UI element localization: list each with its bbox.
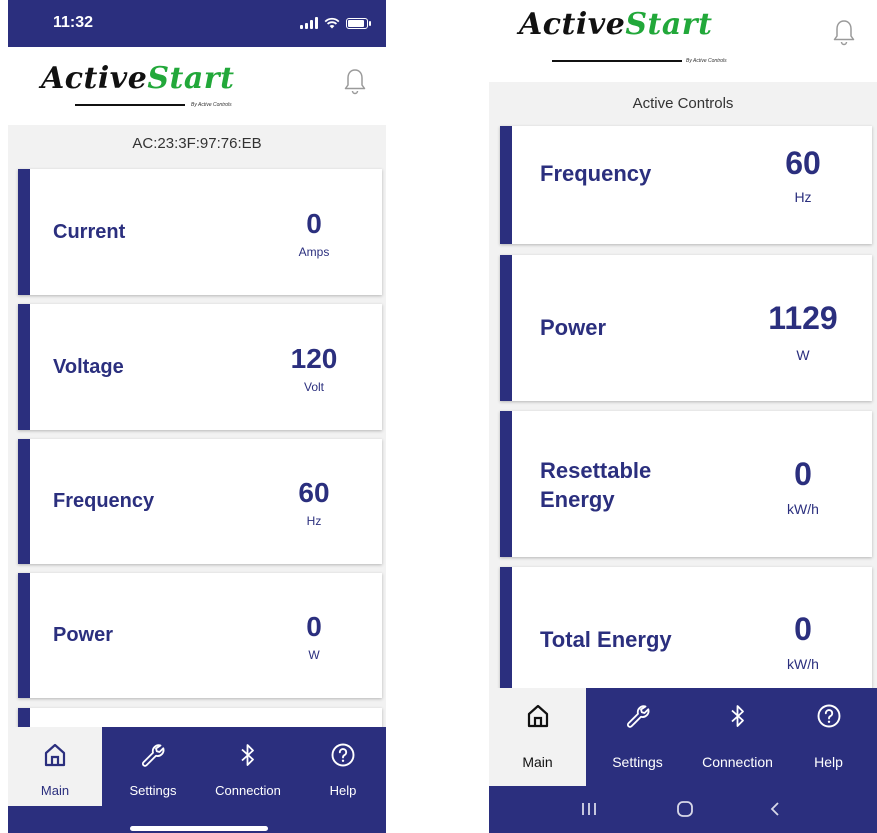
voltage-card: Voltage 120 Volt	[18, 304, 382, 430]
home-indicator[interactable]	[130, 826, 268, 831]
tab-bar: Main Settings Connection Help	[8, 727, 386, 833]
help-icon	[331, 743, 355, 767]
logo-text-start: Start	[625, 7, 713, 42]
wrench-icon	[142, 744, 165, 767]
status-bar: 11:32	[8, 0, 386, 47]
logo-text-start: Start	[147, 61, 235, 96]
device-address: AC:23:3F:97:76:EB	[132, 135, 262, 152]
wrench-icon	[626, 705, 649, 728]
current-card: Current 0 Amps	[18, 169, 382, 295]
home-icon	[44, 743, 66, 767]
logo-tagline: By Active Controls	[191, 102, 232, 108]
logo-text-active: Active	[41, 61, 148, 96]
tab-label: Settings	[129, 783, 177, 798]
tab-label: Main	[40, 783, 70, 798]
tab-main[interactable]: Main	[8, 727, 102, 806]
card-value: 0	[794, 456, 812, 492]
logo-tagline: By Active Controls	[686, 58, 727, 64]
total-energy-card: Total Energy 0 kW/h	[500, 567, 872, 692]
card-value: 0	[794, 611, 812, 647]
tab-settings[interactable]: Settings	[589, 688, 686, 786]
card-unit: Volt	[303, 380, 324, 394]
card-value: 1129	[768, 300, 838, 336]
android-nav-bar	[489, 786, 877, 833]
power-card: Power 1129 W	[500, 255, 872, 401]
logo-underline	[75, 104, 185, 106]
tab-label: Settings	[612, 754, 663, 770]
recents-icon[interactable]	[575, 796, 603, 822]
bluetooth-icon	[241, 744, 254, 766]
tab-label: Connection	[215, 783, 281, 798]
signal-icon	[300, 17, 318, 29]
ios-screen: 11:32 ActiveStart By Active Controls AC:…	[8, 0, 386, 833]
tab-label: Main	[522, 754, 553, 770]
card-unit: Hz	[306, 514, 322, 528]
app-logo: ActiveStart	[41, 61, 234, 96]
app-logo: ActiveStart	[519, 7, 712, 42]
tab-help[interactable]: Help	[296, 727, 386, 806]
app-header: ActiveStart By Active Controls	[489, 0, 877, 82]
status-icons	[300, 15, 371, 31]
tab-bar: Main Settings Connection Help	[489, 688, 877, 786]
home-circle-icon[interactable]	[671, 796, 699, 822]
resettable-energy-card: Resettable Energy 0 kW/h	[500, 411, 872, 557]
card-label: Power	[540, 315, 607, 340]
logo-underline	[552, 60, 682, 62]
card-value: 0	[306, 208, 322, 239]
frequency-card: Frequency 60 Hz	[18, 439, 382, 564]
help-icon	[817, 704, 840, 728]
tab-connection[interactable]: Connection	[689, 688, 786, 786]
card-label: Current	[53, 221, 126, 243]
tab-label: Help	[814, 754, 843, 770]
card-label: Total Energy	[540, 627, 672, 652]
power-card: Power 0 W	[18, 573, 382, 698]
card-unit: kW/h	[787, 656, 819, 672]
bell-icon[interactable]	[343, 67, 367, 95]
page-subtitle: Active Controls	[632, 95, 734, 112]
frequency-card: Frequency 60 Hz	[500, 126, 872, 244]
logo-text-active: Active	[519, 7, 626, 42]
card-unit: W	[308, 648, 320, 662]
tab-label: Help	[329, 783, 357, 798]
bluetooth-icon	[730, 705, 744, 727]
android-screen: ActiveStart By Active Controls Active Co…	[489, 0, 877, 833]
card-label: Resettable	[540, 458, 652, 483]
card-label: Frequency	[540, 161, 652, 186]
tab-main[interactable]: Main	[489, 688, 586, 786]
tab-help[interactable]: Help	[780, 688, 877, 786]
card-label: Energy	[540, 487, 615, 512]
card-unit: Hz	[794, 189, 812, 205]
tab-settings[interactable]: Settings	[106, 727, 200, 806]
tab-connection[interactable]: Connection	[201, 727, 295, 806]
back-icon[interactable]	[761, 796, 789, 822]
card-label: Frequency	[53, 490, 155, 512]
card-value: 60	[298, 477, 330, 508]
bell-icon[interactable]	[832, 18, 856, 46]
wifi-icon	[324, 17, 340, 29]
card-unit: W	[796, 347, 810, 363]
card-unit: Amps	[298, 245, 330, 259]
card-unit: kW/h	[787, 501, 819, 517]
card-value: 60	[785, 145, 821, 181]
app-header: ActiveStart By Active Controls	[8, 47, 386, 125]
card-value: 0	[306, 611, 322, 642]
card-value: 120	[290, 343, 338, 374]
status-time: 11:32	[53, 14, 94, 31]
card-label: Power	[53, 624, 114, 646]
tab-label: Connection	[702, 754, 773, 770]
battery-icon	[346, 17, 371, 29]
home-icon	[527, 704, 548, 728]
card-label: Voltage	[53, 356, 124, 378]
